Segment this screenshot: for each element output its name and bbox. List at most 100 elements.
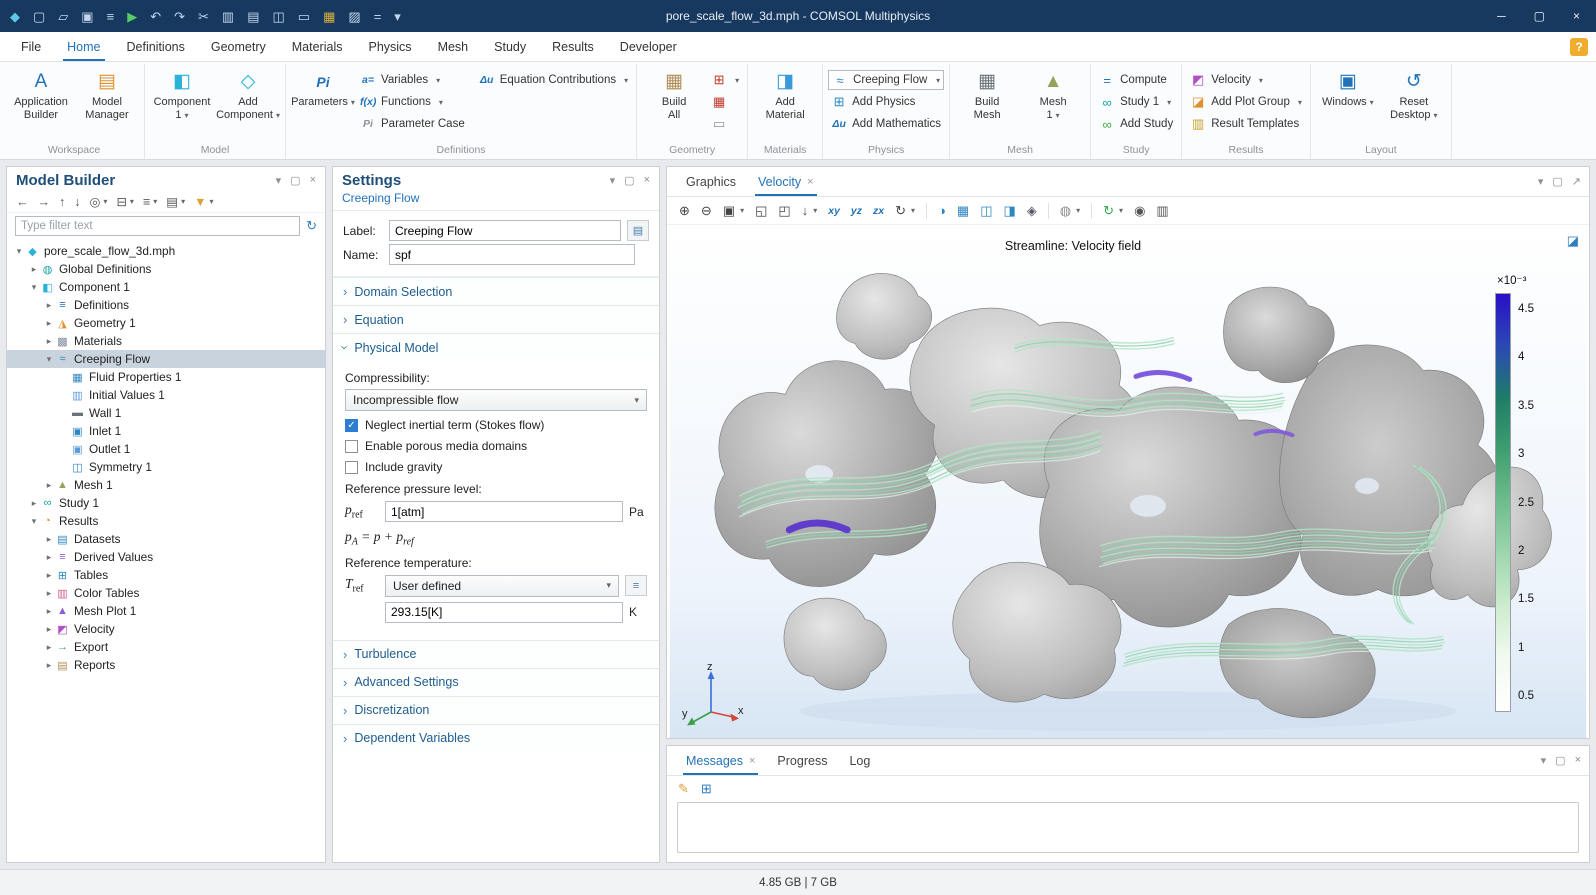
ribbon-button-velocity[interactable]: ◩Velocity▾ xyxy=(1187,69,1305,91)
new-file-button[interactable]: ▢ xyxy=(33,10,45,23)
ribbon-button-geometry-parts[interactable]: ▦ xyxy=(708,91,742,113)
messages-tab-progress[interactable]: Progress xyxy=(766,746,838,775)
ribbon-button-component-1[interactable]: ◧Component1▾ xyxy=(150,66,214,124)
checkbox-checked-icon[interactable]: ✓ xyxy=(345,419,358,432)
tree-item-creeping-flow[interactable]: ▾≈Creeping Flow xyxy=(7,350,325,368)
temperature-list-button[interactable]: ≡ xyxy=(625,575,647,596)
menu-tab-file[interactable]: File xyxy=(8,32,54,61)
refresh-tree-icon[interactable]: ↻ xyxy=(306,218,317,234)
ribbon-button-creeping-flow[interactable]: ≈Creeping Flow▾ xyxy=(828,70,944,90)
forward-button[interactable]: → xyxy=(38,195,51,209)
build-all-button[interactable]: ▦ xyxy=(323,10,335,23)
expand-arrow-icon[interactable]: ▸ xyxy=(43,606,55,617)
expand-arrow-icon[interactable]: ▸ xyxy=(43,570,55,581)
ribbon-button-compute[interactable]: =Compute xyxy=(1096,69,1176,91)
tree-item-inlet-1[interactable]: ▣Inlet 1 xyxy=(7,422,325,440)
graphics-popout-icon[interactable]: ↗ xyxy=(1572,175,1581,188)
settings-close-icon[interactable]: × xyxy=(644,174,650,187)
tree-item-study-1[interactable]: ▸∞Study 1 xyxy=(7,494,325,512)
plot-properties-icon[interactable]: ◪ xyxy=(1567,233,1579,249)
tree-item-definitions[interactable]: ▸≡Definitions xyxy=(7,296,325,314)
paste-button[interactable]: ▤ xyxy=(247,10,259,23)
tree-item-outlet-1[interactable]: ▣Outlet 1 xyxy=(7,440,325,458)
tree-item-color-tables[interactable]: ▸▥Color Tables xyxy=(7,584,325,602)
close-button[interactable]: × xyxy=(1573,9,1580,23)
view-yz-button[interactable]: yz xyxy=(851,205,862,217)
tree-item-derived-values[interactable]: ▸≡Derived Values xyxy=(7,548,325,566)
graphics-tab-graphics[interactable]: Graphics xyxy=(675,167,747,196)
ribbon-button-add-study[interactable]: ∞Add Study xyxy=(1096,113,1176,135)
messages-float-icon[interactable]: ▢ xyxy=(1555,754,1565,767)
environment-reflections-button[interactable]: ◍▾ xyxy=(1060,203,1080,219)
compact-history-button[interactable]: ≡ xyxy=(107,10,115,23)
tree-item-global-definitions[interactable]: ▸◍Global Definitions xyxy=(7,260,325,278)
menu-tab-study[interactable]: Study xyxy=(481,32,539,61)
ribbon-button-functions[interactable]: f(x)Functions▾ xyxy=(357,91,468,113)
ribbon-button-variables[interactable]: a=Variables▾ xyxy=(357,69,468,91)
ribbon-button-add-mathematics[interactable]: ΔuAdd Mathematics xyxy=(828,113,944,135)
expand-arrow-icon[interactable]: ▸ xyxy=(28,498,40,509)
tree-item-export[interactable]: ▸→Export xyxy=(7,638,325,656)
section-header-domain-selection[interactable]: ›Domain Selection xyxy=(333,277,659,305)
ribbon-button-model-manager[interactable]: ▤ModelManager xyxy=(75,66,139,124)
messages-tab-log[interactable]: Log xyxy=(838,746,881,775)
filter-button[interactable]: ▼▾ xyxy=(194,195,213,209)
graphics-canvas[interactable]: Streamline: Velocity field ◪ xyxy=(667,225,1589,738)
ribbon-button-add-component[interactable]: ◇AddComponent▾ xyxy=(216,66,280,124)
zoom-in-button[interactable]: ⊕ xyxy=(679,203,690,219)
model-builder-panel-menu-icon[interactable]: ▾ xyxy=(276,174,282,187)
close-tab-icon[interactable]: × xyxy=(807,176,813,188)
tree-item-component-1[interactable]: ▾◧Component 1 xyxy=(7,278,325,296)
orbit-lock-button[interactable]: ◈ xyxy=(1027,203,1037,219)
ribbon-button-equation-contributions[interactable]: ΔuEquation Contributions▾ xyxy=(476,69,631,91)
rename-label-button[interactable]: ▤ xyxy=(627,220,649,241)
tree-item-mesh-plot-1[interactable]: ▸▲Mesh Plot 1 xyxy=(7,602,325,620)
show-material-color-button[interactable]: ◑ xyxy=(938,203,946,218)
expand-arrow-icon[interactable]: ▾ xyxy=(28,516,40,527)
show-grid-button[interactable]: ▦ xyxy=(957,203,969,219)
move-up-button[interactable]: ↑ xyxy=(59,195,65,209)
ribbon-button-build-mesh[interactable]: ▦BuildMesh xyxy=(955,66,1019,124)
edit-tool-button[interactable]: ✎ xyxy=(678,781,689,797)
tree-item-datasets[interactable]: ▸▤Datasets xyxy=(7,530,325,548)
ribbon-button-result-templates[interactable]: ▥Result Templates xyxy=(1187,113,1305,135)
undo-button[interactable]: ↶ xyxy=(150,10,161,23)
ribbon-button-import-geometry[interactable]: ⊞▾ xyxy=(708,69,742,91)
menu-tab-materials[interactable]: Materials xyxy=(279,32,356,61)
tree-item-tables[interactable]: ▸⊞Tables xyxy=(7,566,325,584)
expand-arrow-icon[interactable]: ▾ xyxy=(28,282,40,293)
expand-arrow-icon[interactable]: ▸ xyxy=(43,336,55,347)
name-input[interactable] xyxy=(389,244,635,265)
checkbox-enable-porous-media-domains[interactable]: Enable porous media domains xyxy=(345,439,647,453)
expand-arrow-icon[interactable]: ▸ xyxy=(43,552,55,563)
expand-arrow-icon[interactable]: ▸ xyxy=(43,534,55,545)
tree-item-geometry-1[interactable]: ▸◮Geometry 1 xyxy=(7,314,325,332)
reference-pressure-input[interactable] xyxy=(385,501,623,522)
copy-table-button[interactable]: ⊞ xyxy=(701,781,712,797)
tree-item-reports[interactable]: ▸▤Reports xyxy=(7,656,325,674)
ribbon-button-mesh-1[interactable]: ▲Mesh1▾ xyxy=(1021,66,1085,124)
model-builder-close-icon[interactable]: × xyxy=(310,174,316,187)
zoom-box-button[interactable]: ▣▾ xyxy=(723,203,744,219)
label-input[interactable] xyxy=(389,220,621,241)
checkbox-neglect-inertial-term-stokes-flow[interactable]: ✓Neglect inertial term (Stokes flow) xyxy=(345,418,647,432)
select-region-button[interactable]: ◰ xyxy=(778,203,790,219)
graphics-panel-menu-icon[interactable]: ▾ xyxy=(1538,175,1544,188)
print-button[interactable]: ▥ xyxy=(1156,203,1168,219)
ribbon-button-study-1[interactable]: ∞Study 1▾ xyxy=(1096,91,1176,113)
checkbox-include-gravity[interactable]: Include gravity xyxy=(345,460,647,474)
tree-item-fluid-properties-1[interactable]: ▦Fluid Properties 1 xyxy=(7,368,325,386)
model-builder-float-icon[interactable]: ▢ xyxy=(290,174,300,187)
temperature-input[interactable] xyxy=(385,602,623,623)
expand-arrow-icon[interactable]: ▸ xyxy=(43,480,55,491)
help-icon[interactable]: ? xyxy=(1570,38,1588,56)
expand-arrow-icon[interactable]: ▾ xyxy=(43,354,55,365)
transparency-button[interactable]: ◨ xyxy=(1003,203,1015,219)
maximize-button[interactable]: ▢ xyxy=(1534,9,1545,23)
tree-item-materials[interactable]: ▸▩Materials xyxy=(7,332,325,350)
section-header-turbulence[interactable]: ›Turbulence xyxy=(333,640,659,668)
expand-arrow-icon[interactable]: ▸ xyxy=(28,264,40,275)
messages-tab-messages[interactable]: Messages× xyxy=(675,746,766,775)
ribbon-button-add-physics[interactable]: ⊞Add Physics xyxy=(828,91,944,113)
split-window-button[interactable]: ◫ xyxy=(980,203,992,219)
